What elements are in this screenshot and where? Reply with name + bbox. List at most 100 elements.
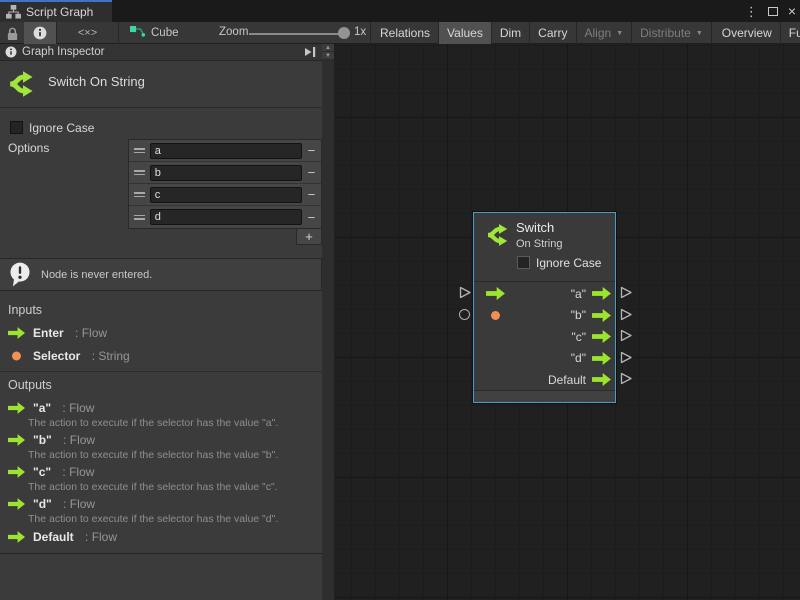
window-menu-icon[interactable]: ⋮: [745, 5, 758, 18]
script-graph-icon: [6, 5, 21, 19]
output-port-outer-triangle[interactable]: [620, 308, 633, 321]
graph-toolbar: <×> Cube Zoom 1x Relations Values Dim Ca…: [0, 22, 800, 44]
flow-arrow-icon: [8, 327, 25, 339]
drag-handle-icon[interactable]: [129, 215, 150, 220]
graph-asset-icon: [130, 26, 145, 41]
tab-label: Script Graph: [26, 5, 93, 19]
close-icon[interactable]: ×: [788, 4, 796, 18]
graph-canvas[interactable]: Switch On String Ignore Case "a" "b" "c": [334, 44, 800, 600]
switch-icon: [8, 70, 38, 98]
inspector-node-title: Switch On String: [48, 74, 145, 89]
output-port-icon[interactable]: [592, 330, 611, 343]
output-row: "b" : Flow: [8, 433, 95, 446]
relations-button[interactable]: Relations: [372, 22, 439, 44]
inputs-section-title: Inputs: [8, 303, 42, 317]
node-row: Default: [474, 369, 615, 391]
node-row: "d": [474, 348, 615, 370]
enter-port-icon[interactable]: [486, 287, 505, 300]
outputs-section-title: Outputs: [8, 378, 52, 392]
flow-arrow-icon: [8, 434, 25, 446]
output-port-outer-triangle[interactable]: [620, 286, 633, 299]
info-icon: [33, 26, 47, 40]
add-option-button[interactable]: +: [296, 228, 322, 245]
selector-port-outer-circle[interactable]: [459, 309, 470, 320]
toolbar-separator: [118, 22, 119, 44]
option-row: −: [129, 184, 321, 206]
distribute-dropdown[interactable]: Distribute▼: [632, 22, 712, 44]
output-row: "a" : Flow: [8, 401, 94, 414]
lock-icon: [6, 26, 19, 41]
output-description: The action to execute if the selector ha…: [28, 417, 278, 429]
dock-panel-icon[interactable]: [304, 45, 317, 59]
remove-option-button[interactable]: −: [302, 210, 321, 225]
node-row: "b": [474, 305, 615, 327]
align-dropdown[interactable]: Align▼: [577, 22, 633, 44]
scroll-down-button[interactable]: ▼: [322, 52, 334, 60]
output-port-outer-triangle[interactable]: [620, 329, 633, 342]
triangle-down-icon: ▼: [325, 53, 331, 59]
node-ignore-case-checkbox[interactable]: [517, 256, 530, 269]
code-preview-button[interactable]: <×>: [57, 22, 118, 44]
maximize-icon[interactable]: [768, 7, 778, 16]
output-description: The action to execute if the selector ha…: [28, 513, 278, 525]
overview-button[interactable]: Overview: [714, 22, 781, 44]
switch-on-string-node[interactable]: Switch On String Ignore Case "a" "b" "c": [473, 212, 616, 403]
output-row: "d" : Flow: [8, 497, 95, 510]
section-divider: [0, 371, 322, 372]
node-port-rows: "a" "b" "c" "d" Default: [474, 283, 615, 391]
drag-handle-icon[interactable]: [129, 148, 150, 153]
flow-arrow-icon: [8, 498, 25, 510]
option-row: −: [129, 206, 321, 228]
graph-asset-breadcrumb[interactable]: Cube: [130, 22, 200, 44]
ignore-case-checkbox[interactable]: [10, 121, 23, 134]
drag-handle-icon[interactable]: [129, 192, 150, 197]
output-port-outer-triangle[interactable]: [620, 372, 633, 385]
zoom-slider-track[interactable]: [249, 33, 341, 35]
output-row: "c" : Flow: [8, 465, 94, 478]
zoom-slider-knob[interactable]: [338, 27, 350, 39]
warning-bubble-icon: [8, 262, 32, 287]
dim-button[interactable]: Dim: [492, 22, 530, 44]
drag-handle-icon[interactable]: [129, 170, 150, 175]
remove-option-button[interactable]: −: [302, 187, 321, 202]
output-port-icon[interactable]: [592, 352, 611, 365]
option-input[interactable]: [150, 187, 302, 203]
node-subtitle: On String: [516, 238, 562, 250]
options-label: Options: [8, 141, 49, 155]
remove-option-button[interactable]: −: [302, 143, 321, 158]
options-list: − − − −: [128, 139, 322, 229]
output-port-outer-triangle[interactable]: [620, 351, 633, 364]
enter-port-outer-triangle[interactable]: [459, 286, 472, 299]
option-input[interactable]: [150, 143, 302, 159]
inspector-title: Graph Inspector: [22, 46, 104, 58]
ignore-case-label: Ignore Case: [29, 121, 94, 135]
selector-port-icon[interactable]: [488, 309, 507, 322]
graph-inspector-panel: Graph Inspector Switch On String Ignore …: [0, 44, 322, 600]
node-ignore-case-label: Ignore Case: [536, 256, 601, 270]
output-row: Default : Flow: [8, 530, 117, 543]
zoom-label: Zoom: [219, 26, 248, 38]
fullscreen-button[interactable]: Full Screen: [781, 22, 800, 44]
graph-asset-label: Cube: [151, 27, 179, 39]
option-row: −: [129, 140, 321, 162]
scroll-up-button[interactable]: ▲: [322, 44, 334, 52]
lock-button[interactable]: [0, 22, 24, 44]
inspector-toggle-button[interactable]: [24, 22, 56, 44]
section-divider: [0, 553, 322, 554]
option-input[interactable]: [150, 165, 302, 181]
string-dot-icon: [8, 350, 25, 362]
output-port-icon[interactable]: [592, 373, 611, 386]
values-button[interactable]: Values: [439, 22, 492, 44]
option-input[interactable]: [150, 209, 302, 225]
output-description: The action to execute if the selector ha…: [28, 449, 278, 461]
tab-script-graph[interactable]: Script Graph: [0, 0, 112, 22]
remove-option-button[interactable]: −: [302, 165, 321, 180]
panel-scrollbar-track[interactable]: ▲ ▼: [322, 44, 334, 600]
warning-box: Node is never entered.: [0, 258, 322, 291]
flow-arrow-icon: [8, 531, 25, 543]
chevron-down-icon: ▼: [616, 30, 623, 37]
output-port-icon[interactable]: [592, 309, 611, 322]
input-row-enter: Enter : Flow: [8, 326, 107, 339]
carry-button[interactable]: Carry: [530, 22, 576, 44]
output-port-icon[interactable]: [592, 287, 611, 300]
